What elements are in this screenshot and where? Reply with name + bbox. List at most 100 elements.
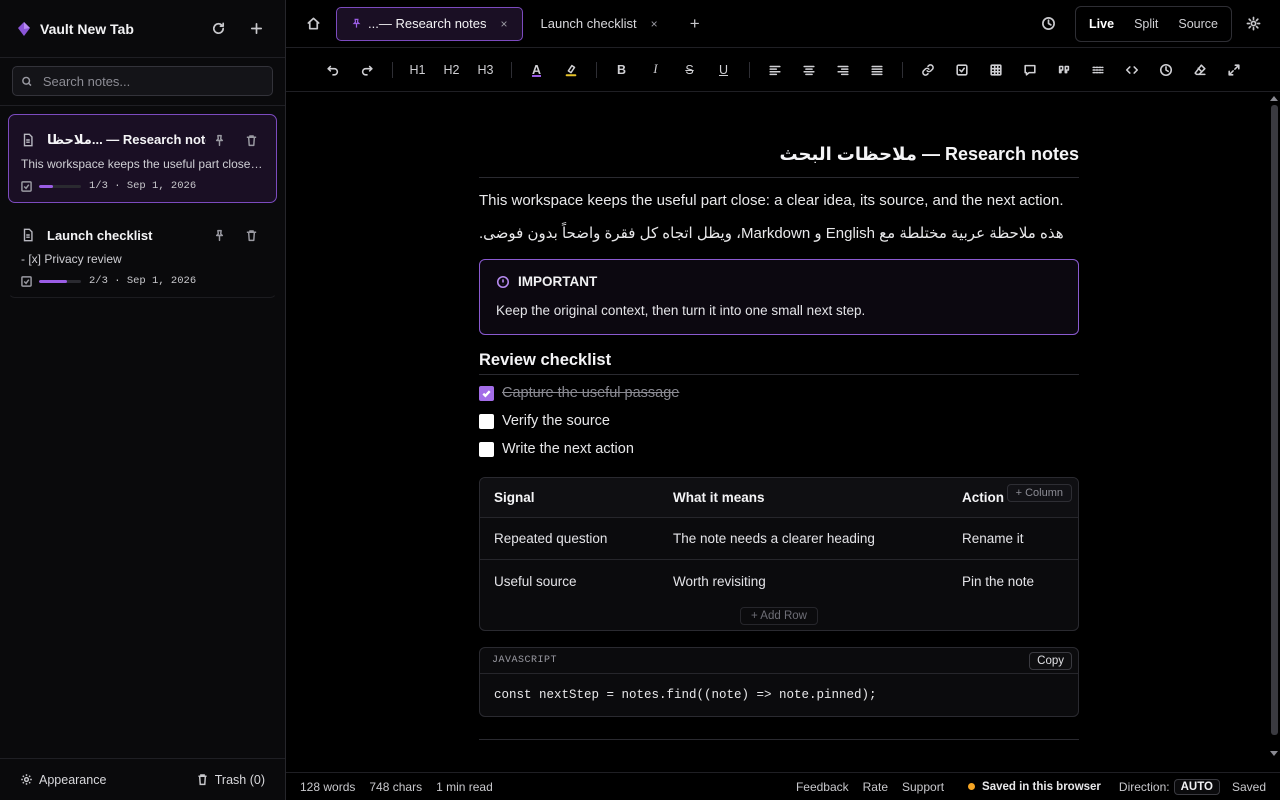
timestamp-clock-icon[interactable] [1149, 56, 1183, 84]
rate-link[interactable]: Rate [863, 780, 888, 794]
table-cell[interactable]: Pin the note [948, 574, 1078, 589]
close-icon[interactable]: × [651, 17, 658, 31]
note-excerpt: - [x] Privacy review [21, 252, 122, 266]
support-link[interactable]: Support [902, 780, 944, 794]
toolbar-divider [595, 61, 597, 78]
tab-label: ...— Research notes [368, 16, 487, 31]
progress-count: 2/3 [89, 275, 108, 287]
char-count: 748 chars [369, 779, 423, 794]
align-center-icon[interactable] [792, 56, 826, 84]
quote-icon[interactable] [1047, 56, 1081, 84]
table-header-cell[interactable]: Signal [480, 490, 659, 505]
code-icon[interactable] [1115, 56, 1149, 84]
note-date: Sep 1, 2026 [126, 275, 197, 287]
table-cell[interactable]: Repeated question [480, 531, 659, 546]
trash-icon[interactable] [238, 129, 264, 151]
close-icon[interactable]: × [501, 17, 508, 31]
note-card-launch[interactable]: Launch checklist - [x] Privacy review 2/… [8, 209, 277, 298]
new-note-plus-icon[interactable] [243, 16, 269, 42]
task-checkbox-icon[interactable] [945, 56, 979, 84]
home-icon[interactable] [300, 11, 326, 37]
table-cell[interactable]: Rename it [948, 531, 1078, 546]
align-right-icon[interactable] [826, 56, 860, 84]
checklist-icon [21, 180, 32, 192]
task-checkbox[interactable] [479, 413, 494, 429]
sidebar-header: Vault New Tab [0, 0, 285, 58]
scrollbar-thumb[interactable] [1270, 105, 1278, 735]
document-title[interactable]: ملاحظات البحث — Research notes [479, 144, 1079, 178]
comment-callout-icon[interactable] [1013, 56, 1047, 84]
meta-separator: · [107, 275, 127, 287]
document-scroll-area[interactable]: ملاحظات البحث — Research notes This work… [286, 92, 1280, 772]
add-column-button[interactable]: + Column [1006, 484, 1072, 502]
callout-body[interactable]: Keep the original context, then turn it … [496, 303, 1062, 318]
view-live[interactable]: Live [1079, 9, 1125, 38]
checklist-item: Write the next action [479, 435, 1079, 463]
pin-icon[interactable] [206, 224, 232, 246]
tab-bar: ...— Research notes × Launch checklist ×… [286, 0, 1280, 48]
heading-1-button[interactable]: H1 [401, 56, 435, 84]
horizontal-rule-icon[interactable] [1081, 56, 1115, 84]
view-split[interactable]: Split [1124, 10, 1168, 38]
heading-2-button[interactable]: H2 [435, 56, 469, 84]
copy-code-button[interactable]: Copy [1029, 651, 1072, 670]
task-checkbox[interactable] [479, 385, 494, 401]
feedback-link[interactable]: Feedback [796, 780, 849, 794]
redo-icon[interactable] [350, 56, 384, 84]
paragraph-english[interactable]: This workspace keeps the useful part clo… [479, 190, 1079, 212]
tab-launch-checklist[interactable]: Launch checklist × [527, 7, 672, 41]
table-cell[interactable]: Worth revisiting [659, 574, 948, 589]
code-content[interactable]: const nextStep = notes.find((note) => no… [480, 674, 1078, 716]
table-row: Useful source Worth revisiting Pin the n… [480, 560, 1078, 602]
heading-3-button[interactable]: H3 [469, 56, 503, 84]
progress-bar [39, 184, 81, 188]
important-callout: IMPORTANT Keep the original context, the… [479, 259, 1079, 335]
task-label: Write the next action [502, 441, 634, 457]
underline-button[interactable]: U [707, 56, 741, 84]
fullscreen-expand-icon[interactable] [1217, 56, 1251, 84]
scroll-down-arrow-icon[interactable] [1270, 751, 1278, 756]
trash-button[interactable]: Trash (0) [196, 773, 265, 787]
clear-format-eraser-icon[interactable] [1183, 56, 1217, 84]
editor-area: ...— Research notes × Launch checklist ×… [286, 0, 1280, 800]
table-cell[interactable]: The note needs a clearer heading [659, 531, 948, 546]
align-left-icon[interactable] [758, 56, 792, 84]
table-header-cell[interactable]: What it means [659, 490, 948, 505]
direction-toggle[interactable]: AUTO [1173, 778, 1220, 795]
strikethrough-button[interactable]: S [673, 56, 707, 84]
italic-button[interactable]: I [639, 56, 673, 84]
task-label: Capture the useful passage [502, 385, 680, 401]
bold-button[interactable]: B [605, 56, 639, 84]
trash-icon[interactable] [238, 224, 264, 246]
history-clock-icon[interactable] [1035, 11, 1061, 37]
document-icon [23, 228, 33, 242]
table-icon[interactable] [979, 56, 1013, 84]
checklist-heading[interactable]: Review checklist [479, 351, 1079, 375]
settings-gear-icon[interactable] [1240, 11, 1266, 37]
pin-icon[interactable] [206, 129, 232, 151]
appearance-button[interactable]: Appearance [20, 773, 106, 787]
new-tab-plus-icon[interactable]: + [682, 11, 708, 37]
text-color-letter: A [531, 62, 542, 77]
task-checkbox[interactable] [479, 441, 494, 457]
align-justify-icon[interactable] [860, 56, 894, 84]
search-input[interactable] [42, 73, 264, 89]
highlight-icon[interactable] [554, 56, 588, 84]
note-card-research[interactable]: ملاحظا... — Research notes This workspac… [8, 114, 277, 203]
scroll-up-arrow-icon[interactable] [1270, 96, 1278, 101]
document-icon [23, 133, 33, 147]
add-row-button[interactable]: + Add Row [740, 607, 818, 625]
code-block-header: JAVASCRIPT Copy [480, 648, 1078, 674]
undo-icon[interactable] [316, 56, 350, 84]
sidebar: Vault New Tab ملاحظا... — Research notes [0, 0, 286, 800]
refresh-icon[interactable] [205, 16, 231, 42]
text-color-button[interactable]: A [520, 56, 554, 84]
link-icon[interactable] [911, 56, 945, 84]
tab-research-notes[interactable]: ...— Research notes × [336, 6, 523, 41]
word-count: 128 words [300, 779, 356, 794]
vertical-scrollbar[interactable] [1270, 96, 1278, 756]
table-cell[interactable]: Useful source [480, 574, 659, 589]
paragraph-arabic[interactable]: هذه ملاحظة عربية مختلطة مع English و Mar… [479, 223, 1079, 245]
view-source[interactable]: Source [1168, 10, 1228, 38]
gear-icon [21, 774, 32, 785]
